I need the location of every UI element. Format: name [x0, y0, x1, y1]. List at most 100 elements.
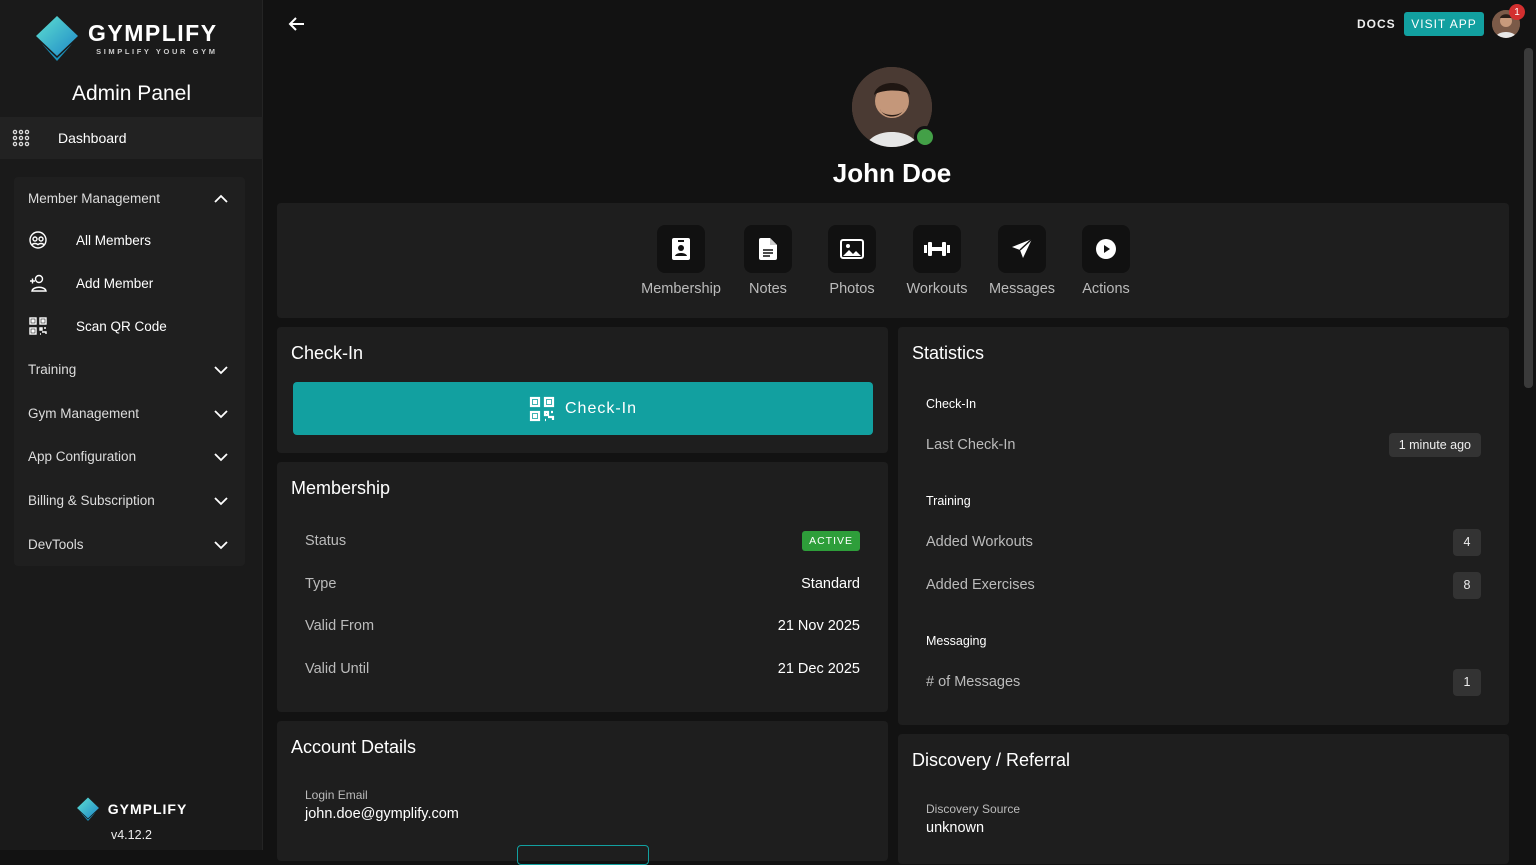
- section-label: Messaging: [926, 634, 987, 648]
- notification-badge: 1: [1509, 4, 1525, 20]
- statistics-card: Statistics Check-In Last Check-In 1 minu…: [898, 327, 1509, 725]
- field-label: Last Check-In: [926, 437, 1016, 453]
- docs-link[interactable]: DOCS: [1357, 17, 1396, 31]
- panel-title: Admin Panel: [71, 82, 192, 105]
- field-label: Valid From: [305, 618, 375, 634]
- field-label: Status: [305, 533, 347, 549]
- action-notes[interactable]: Notes: [723, 225, 813, 297]
- sidebar: GYMPLIFY SIMPLIFY YOUR GYM Admin Panel D…: [0, 0, 263, 850]
- sidebar-item-add-member[interactable]: Add Member: [14, 263, 245, 303]
- checkin-button[interactable]: Check-In: [293, 382, 873, 435]
- checkin-button-label: Check-In: [564, 399, 638, 417]
- card-title: Check-In: [291, 343, 364, 363]
- account-details-card: Account Details Login Email john.doe@gym…: [277, 721, 888, 865]
- sidebar-item-label: Scan QR Code: [76, 318, 167, 334]
- action-label: Notes: [749, 281, 787, 297]
- membership-valid-until-row: Valid Until 21 Dec 2025: [305, 659, 860, 679]
- status-badge: ACTIVE: [802, 531, 860, 551]
- main-content: DOCS VISIT APP 1 John Doe Membership Not…: [263, 0, 1536, 865]
- field-label: Added Workouts: [926, 534, 1033, 550]
- field-label: Type: [305, 576, 337, 592]
- back-arrow-icon[interactable]: [287, 14, 307, 34]
- discovery-card: Discovery / Referral Discovery Source un…: [898, 734, 1509, 864]
- chevron-down-icon[interactable]: [213, 537, 229, 553]
- play-icon: [1096, 239, 1116, 259]
- card-title: Membership: [291, 478, 391, 498]
- dumbbell-icon: [924, 242, 950, 256]
- menu-devtools[interactable]: DevTools: [28, 537, 84, 552]
- field-value: Standard: [801, 576, 860, 592]
- field-label: Added Exercises: [926, 577, 1035, 593]
- field-value: 21 Dec 2025: [777, 661, 860, 677]
- last-checkin-row: Last Check-In 1 minute ago: [926, 433, 1481, 457]
- gymplify-logo-icon: [76, 797, 99, 821]
- qr-code-icon: [529, 396, 555, 421]
- field-label: Login Email: [305, 788, 368, 802]
- added-workouts-row: Added Workouts 4: [926, 528, 1481, 556]
- menu-billing[interactable]: Billing & Subscription: [28, 493, 155, 508]
- members-icon: [29, 231, 47, 249]
- qr-code-icon: [29, 317, 47, 335]
- sidebar-item-all-members[interactable]: All Members: [14, 220, 245, 260]
- action-photos[interactable]: Photos: [807, 225, 897, 297]
- membership-status-row: Status ACTIVE: [305, 531, 860, 551]
- count-badge: 8: [1453, 571, 1481, 599]
- section-label: Check-In: [926, 397, 977, 411]
- discovery-source-value: unknown: [926, 820, 985, 836]
- brand-name: GYMPLIFY: [88, 20, 218, 46]
- gymplify-logo-icon: [36, 16, 78, 61]
- card-title: Account Details: [291, 737, 417, 757]
- actions-card: Membership Notes Photos Workouts Message…: [277, 203, 1509, 318]
- card-title: Discovery / Referral: [912, 750, 1071, 770]
- action-messages[interactable]: Messages: [977, 225, 1067, 297]
- action-actions[interactable]: Actions: [1061, 225, 1151, 297]
- scrollbar[interactable]: [1524, 48, 1533, 388]
- photo-icon: [840, 239, 864, 259]
- brand-tagline: SIMPLIFY YOUR GYM: [96, 47, 218, 56]
- sidebar-item-scan-qr[interactable]: Scan QR Code: [14, 306, 245, 346]
- visit-app-button[interactable]: VISIT APP: [1404, 12, 1484, 36]
- document-icon: [759, 238, 777, 260]
- action-label: Workouts: [906, 281, 968, 297]
- add-user-icon: [30, 274, 47, 292]
- chevron-down-icon[interactable]: [213, 493, 229, 509]
- action-membership[interactable]: Membership: [636, 225, 726, 297]
- menu-training[interactable]: Training: [28, 362, 76, 377]
- sidebar-item-label: All Members: [76, 232, 152, 248]
- field-label: Valid Until: [305, 661, 370, 677]
- action-workouts[interactable]: Workouts: [892, 225, 982, 297]
- chevron-down-icon[interactable]: [213, 362, 229, 378]
- section-label: Training: [926, 494, 971, 508]
- action-label: Actions: [1082, 281, 1130, 297]
- count-badge: 4: [1453, 528, 1481, 556]
- membership-valid-from-row: Valid From 21 Nov 2025: [305, 616, 860, 636]
- membership-card: Membership Status ACTIVE Type Standard V…: [277, 462, 888, 712]
- menu-app-configuration[interactable]: App Configuration: [28, 449, 136, 464]
- field-label: # of Messages: [926, 674, 1021, 690]
- sidebar-item-dashboard[interactable]: Dashboard: [0, 117, 263, 159]
- card-title: Statistics: [912, 343, 985, 363]
- chevron-down-icon[interactable]: [213, 406, 229, 422]
- chevron-up-icon[interactable]: [213, 191, 229, 207]
- checkin-card: Check-In Check-In: [277, 327, 888, 453]
- field-value: 21 Nov 2025: [777, 618, 860, 634]
- brand-logo[interactable]: GYMPLIFY SIMPLIFY YOUR GYM: [34, 14, 218, 62]
- count-badge: 1: [1453, 668, 1481, 696]
- account-action-button[interactable]: [517, 845, 649, 865]
- field-label: Discovery Source: [926, 802, 1021, 816]
- sidebar-item-label: Dashboard: [58, 130, 127, 146]
- chevron-down-icon[interactable]: [213, 449, 229, 465]
- login-email-value: john.doe@gymplify.com: [305, 806, 459, 822]
- footer-brand-name: GYMPLIFY: [107, 801, 188, 817]
- menu-member-management[interactable]: Member Management: [28, 191, 160, 206]
- id-badge-icon: [672, 238, 690, 260]
- footer-brand: GYMPLIFY: [0, 796, 263, 822]
- sidebar-menu: Member Management All Members Add Member…: [14, 177, 245, 566]
- membership-type-row: Type Standard: [305, 574, 860, 594]
- added-exercises-row: Added Exercises 8: [926, 571, 1481, 599]
- action-label: Messages: [988, 281, 1056, 297]
- action-label: Membership: [641, 281, 721, 297]
- send-icon: [1012, 238, 1033, 258]
- menu-gym-management[interactable]: Gym Management: [28, 406, 139, 421]
- member-name: John Doe: [832, 158, 952, 188]
